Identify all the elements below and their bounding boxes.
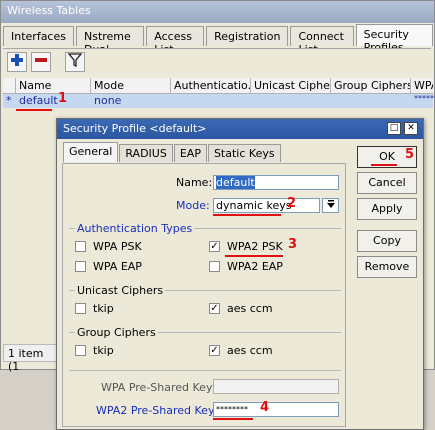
col-unicast[interactable]: Unicast Ciphers — [251, 78, 331, 93]
status-bar: 1 item (1 — [3, 344, 63, 373]
tab-static-keys[interactable]: Static Keys — [207, 144, 281, 162]
tab-eap[interactable]: EAP — [173, 144, 207, 162]
apply-button[interactable]: Apply — [357, 198, 417, 220]
wpa2-psk-checkbox[interactable]: ✓ — [209, 241, 220, 252]
wpa-eap-checkbox[interactable] — [75, 261, 86, 272]
row-mode: none — [94, 94, 122, 107]
group-tkip-label: tkip — [93, 344, 114, 357]
table-row[interactable]: * default none ******* — [3, 94, 435, 108]
dialog-tabs: General RADIUS EAP Static Keys — [63, 142, 282, 162]
wpa2-key-label: WPA2 Pre-Shared Key: — [96, 404, 218, 417]
annotation-underline-1 — [16, 109, 52, 111]
wpa-eap-label: WPA EAP — [93, 260, 142, 273]
table-header: Name Mode Authenticatio... Unicast Ciphe… — [3, 78, 433, 94]
group-aes-label: aes ccm — [227, 344, 273, 357]
name-value: default — [216, 176, 255, 189]
wpa-key-field[interactable] — [213, 379, 339, 394]
plus-icon — [11, 54, 23, 66]
wpa2-psk-label: WPA2 PSK — [227, 240, 283, 253]
remove-profile-button[interactable]: Remove — [357, 256, 417, 278]
col-marker — [3, 78, 16, 93]
filter-button[interactable] — [65, 52, 85, 72]
group-aes-checkbox[interactable]: ✓ — [209, 345, 220, 356]
tab-interfaces[interactable]: Interfaces — [3, 26, 74, 46]
keys-separator — [69, 370, 341, 371]
cancel-button[interactable]: Cancel — [357, 172, 417, 194]
col-authentication[interactable]: Authenticatio... — [171, 78, 251, 93]
maximize-icon[interactable]: □ — [387, 122, 401, 135]
toolbar — [3, 48, 431, 76]
dialog-title: Security Profile <default> □ ✕ — [57, 119, 423, 139]
chevron-down-icon — [326, 200, 335, 208]
row-marker: * — [6, 94, 12, 107]
close-icon[interactable]: ✕ — [404, 122, 418, 135]
wpa2-eap-checkbox[interactable] — [209, 261, 220, 272]
auth-types-group: Authentication Types — [69, 222, 341, 282]
annotation-underline-3 — [225, 255, 283, 257]
auth-types-label: Authentication Types — [75, 222, 195, 235]
unicast-tkip-checkbox[interactable] — [75, 303, 86, 314]
unicast-tkip-label: tkip — [93, 302, 114, 315]
annotation-1: 1 — [58, 91, 68, 106]
general-panel: Name: default Mode: dynamic keys 2 Authe… — [62, 163, 346, 427]
annotation-underline-4 — [213, 418, 253, 420]
mode-dropdown-button[interactable] — [322, 198, 339, 213]
filter-icon — [67, 53, 83, 68]
tab-general[interactable]: General — [63, 142, 119, 162]
dialog-title-text: Security Profile <default> — [63, 122, 207, 135]
annotation-underline-5 — [371, 164, 397, 166]
annotation-5: 5 — [405, 147, 415, 162]
tab-registration[interactable]: Registration — [206, 26, 289, 46]
col-wpa[interactable]: WPA — [411, 78, 433, 93]
name-field[interactable]: default — [213, 175, 339, 190]
name-label: Name: — [176, 176, 213, 189]
wpa-psk-checkbox[interactable] — [75, 241, 86, 252]
mode-select[interactable]: dynamic keys — [213, 198, 320, 213]
col-mode[interactable]: Mode — [91, 78, 171, 93]
annotation-2: 2 — [287, 196, 297, 211]
unicast-aes-checkbox[interactable]: ✓ — [209, 303, 220, 314]
col-name[interactable]: Name — [16, 78, 91, 93]
tab-security-profiles[interactable]: Security Profiles — [355, 24, 433, 54]
add-button[interactable] — [7, 52, 27, 72]
wpa2-eap-label: WPA2 EAP — [227, 260, 283, 273]
copy-button[interactable]: Copy — [357, 230, 417, 252]
remove-button[interactable] — [31, 52, 51, 72]
col-group[interactable]: Group Ciphers — [331, 78, 411, 93]
tab-radius[interactable]: RADIUS — [119, 144, 173, 162]
wpa2-key-field[interactable]: ******** — [213, 402, 339, 417]
annotation-underline-2 — [213, 214, 281, 216]
row-wpa: ******* — [414, 94, 435, 103]
tab-connect-list[interactable]: Connect List — [290, 26, 354, 56]
unicast-ciphers-label: Unicast Ciphers — [75, 284, 166, 297]
window-title: Wireless Tables — [1, 1, 434, 23]
wpa-key-label: WPA Pre-Shared Key: — [101, 381, 216, 394]
wireless-tabs: Interfaces Nstreme Dual Access List Regi… — [3, 24, 435, 56]
wpa-psk-label: WPA PSK — [93, 240, 142, 253]
unicast-aes-label: aes ccm — [227, 302, 273, 315]
annotation-3: 3 — [288, 237, 298, 252]
security-profile-dialog: Security Profile <default> □ ✕ General R… — [56, 118, 424, 430]
minus-icon — [35, 58, 47, 62]
group-ciphers-label: Group Ciphers — [75, 326, 158, 339]
group-tkip-checkbox[interactable] — [75, 345, 86, 356]
row-name: default — [19, 94, 58, 107]
mode-label: Mode: — [176, 199, 210, 212]
tab-access-list[interactable]: Access List — [146, 26, 205, 56]
annotation-4: 4 — [260, 400, 270, 415]
tab-nstreme-dual[interactable]: Nstreme Dual — [75, 26, 145, 56]
